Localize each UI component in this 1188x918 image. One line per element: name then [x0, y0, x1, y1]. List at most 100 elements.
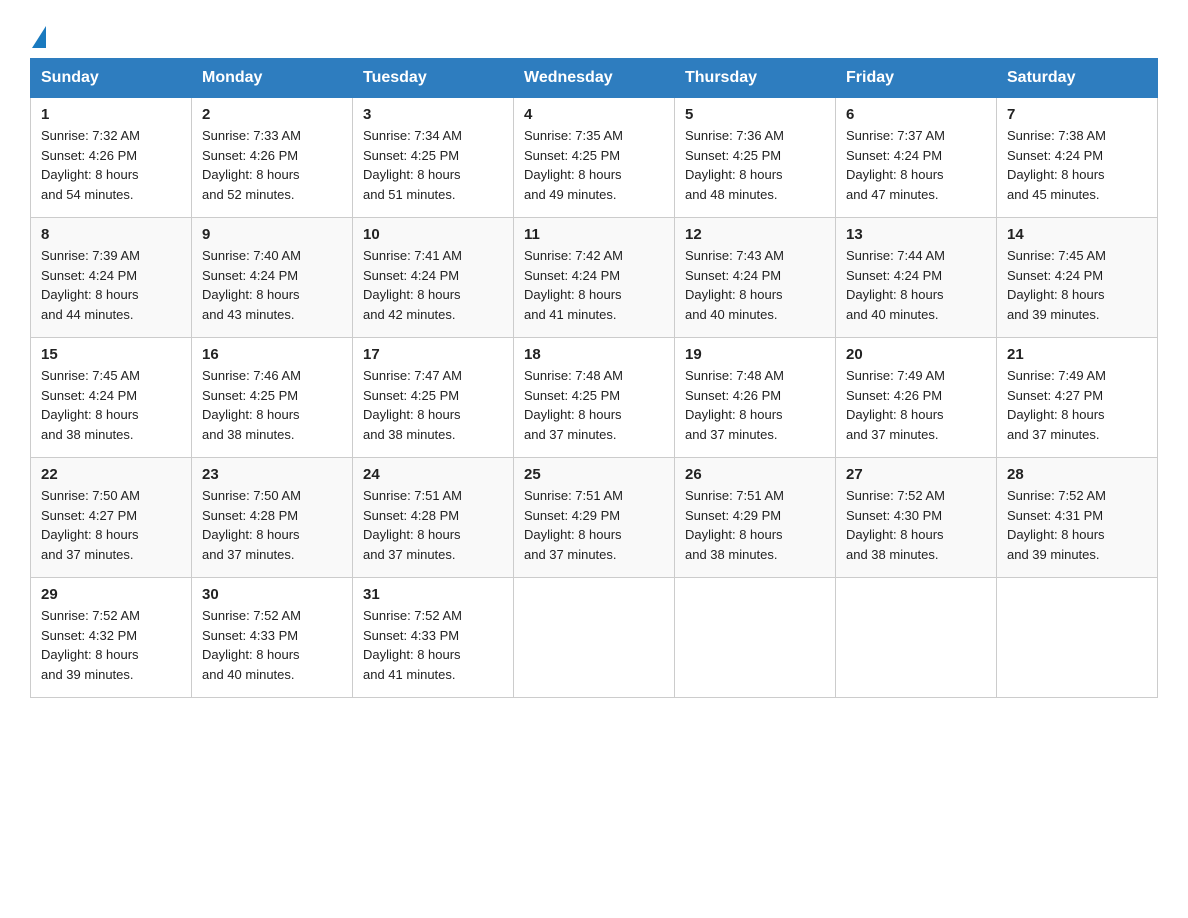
calendar-cell: 26 Sunrise: 7:51 AM Sunset: 4:29 PM Dayl… — [675, 458, 836, 578]
day-number: 5 — [685, 106, 825, 123]
day-info: Sunrise: 7:52 AM Sunset: 4:33 PM Dayligh… — [202, 606, 342, 684]
column-header-thursday: Thursday — [675, 59, 836, 98]
day-info: Sunrise: 7:48 AM Sunset: 4:25 PM Dayligh… — [524, 366, 664, 444]
calendar-cell: 15 Sunrise: 7:45 AM Sunset: 4:24 PM Dayl… — [31, 338, 192, 458]
day-number: 12 — [685, 226, 825, 243]
day-info: Sunrise: 7:39 AM Sunset: 4:24 PM Dayligh… — [41, 246, 181, 324]
calendar-cell: 27 Sunrise: 7:52 AM Sunset: 4:30 PM Dayl… — [836, 458, 997, 578]
calendar-cell — [514, 578, 675, 698]
calendar-cell: 14 Sunrise: 7:45 AM Sunset: 4:24 PM Dayl… — [997, 218, 1158, 338]
day-number: 26 — [685, 466, 825, 483]
calendar-cell — [997, 578, 1158, 698]
calendar-cell — [675, 578, 836, 698]
day-info: Sunrise: 7:42 AM Sunset: 4:24 PM Dayligh… — [524, 246, 664, 324]
day-info: Sunrise: 7:41 AM Sunset: 4:24 PM Dayligh… — [363, 246, 503, 324]
day-info: Sunrise: 7:33 AM Sunset: 4:26 PM Dayligh… — [202, 126, 342, 204]
day-number: 30 — [202, 586, 342, 603]
day-info: Sunrise: 7:51 AM Sunset: 4:29 PM Dayligh… — [685, 486, 825, 564]
day-info: Sunrise: 7:35 AM Sunset: 4:25 PM Dayligh… — [524, 126, 664, 204]
calendar-cell: 7 Sunrise: 7:38 AM Sunset: 4:24 PM Dayli… — [997, 98, 1158, 218]
calendar-cell: 19 Sunrise: 7:48 AM Sunset: 4:26 PM Dayl… — [675, 338, 836, 458]
day-info: Sunrise: 7:52 AM Sunset: 4:31 PM Dayligh… — [1007, 486, 1147, 564]
column-header-saturday: Saturday — [997, 59, 1158, 98]
calendar-cell: 8 Sunrise: 7:39 AM Sunset: 4:24 PM Dayli… — [31, 218, 192, 338]
day-number: 6 — [846, 106, 986, 123]
day-number: 1 — [41, 106, 181, 123]
calendar-week-row: 29 Sunrise: 7:52 AM Sunset: 4:32 PM Dayl… — [31, 578, 1158, 698]
calendar-cell: 12 Sunrise: 7:43 AM Sunset: 4:24 PM Dayl… — [675, 218, 836, 338]
day-info: Sunrise: 7:49 AM Sunset: 4:27 PM Dayligh… — [1007, 366, 1147, 444]
day-info: Sunrise: 7:50 AM Sunset: 4:27 PM Dayligh… — [41, 486, 181, 564]
day-info: Sunrise: 7:34 AM Sunset: 4:25 PM Dayligh… — [363, 126, 503, 204]
day-number: 21 — [1007, 346, 1147, 363]
day-number: 31 — [363, 586, 503, 603]
calendar-cell: 18 Sunrise: 7:48 AM Sunset: 4:25 PM Dayl… — [514, 338, 675, 458]
day-number: 8 — [41, 226, 181, 243]
day-number: 14 — [1007, 226, 1147, 243]
calendar-cell: 22 Sunrise: 7:50 AM Sunset: 4:27 PM Dayl… — [31, 458, 192, 578]
day-info: Sunrise: 7:50 AM Sunset: 4:28 PM Dayligh… — [202, 486, 342, 564]
day-info: Sunrise: 7:36 AM Sunset: 4:25 PM Dayligh… — [685, 126, 825, 204]
day-info: Sunrise: 7:48 AM Sunset: 4:26 PM Dayligh… — [685, 366, 825, 444]
day-info: Sunrise: 7:51 AM Sunset: 4:28 PM Dayligh… — [363, 486, 503, 564]
day-info: Sunrise: 7:47 AM Sunset: 4:25 PM Dayligh… — [363, 366, 503, 444]
calendar-cell: 17 Sunrise: 7:47 AM Sunset: 4:25 PM Dayl… — [353, 338, 514, 458]
day-number: 9 — [202, 226, 342, 243]
calendar-table: SundayMondayTuesdayWednesdayThursdayFrid… — [30, 58, 1158, 698]
calendar-cell: 1 Sunrise: 7:32 AM Sunset: 4:26 PM Dayli… — [31, 98, 192, 218]
day-info: Sunrise: 7:49 AM Sunset: 4:26 PM Dayligh… — [846, 366, 986, 444]
day-info: Sunrise: 7:52 AM Sunset: 4:32 PM Dayligh… — [41, 606, 181, 684]
day-info: Sunrise: 7:46 AM Sunset: 4:25 PM Dayligh… — [202, 366, 342, 444]
day-number: 10 — [363, 226, 503, 243]
day-number: 28 — [1007, 466, 1147, 483]
day-number: 15 — [41, 346, 181, 363]
logo — [30, 24, 48, 40]
day-info: Sunrise: 7:45 AM Sunset: 4:24 PM Dayligh… — [1007, 246, 1147, 324]
day-number: 7 — [1007, 106, 1147, 123]
calendar-cell: 13 Sunrise: 7:44 AM Sunset: 4:24 PM Dayl… — [836, 218, 997, 338]
day-number: 19 — [685, 346, 825, 363]
day-number: 18 — [524, 346, 664, 363]
calendar-cell: 28 Sunrise: 7:52 AM Sunset: 4:31 PM Dayl… — [997, 458, 1158, 578]
day-number: 3 — [363, 106, 503, 123]
day-info: Sunrise: 7:52 AM Sunset: 4:30 PM Dayligh… — [846, 486, 986, 564]
calendar-cell: 6 Sunrise: 7:37 AM Sunset: 4:24 PM Dayli… — [836, 98, 997, 218]
day-info: Sunrise: 7:37 AM Sunset: 4:24 PM Dayligh… — [846, 126, 986, 204]
day-number: 20 — [846, 346, 986, 363]
calendar-cell: 20 Sunrise: 7:49 AM Sunset: 4:26 PM Dayl… — [836, 338, 997, 458]
day-number: 16 — [202, 346, 342, 363]
calendar-header-row: SundayMondayTuesdayWednesdayThursdayFrid… — [31, 59, 1158, 98]
column-header-friday: Friday — [836, 59, 997, 98]
day-number: 11 — [524, 226, 664, 243]
logo-triangle-icon — [32, 26, 46, 48]
day-number: 25 — [524, 466, 664, 483]
calendar-cell: 4 Sunrise: 7:35 AM Sunset: 4:25 PM Dayli… — [514, 98, 675, 218]
calendar-cell: 21 Sunrise: 7:49 AM Sunset: 4:27 PM Dayl… — [997, 338, 1158, 458]
day-info: Sunrise: 7:44 AM Sunset: 4:24 PM Dayligh… — [846, 246, 986, 324]
calendar-cell: 23 Sunrise: 7:50 AM Sunset: 4:28 PM Dayl… — [192, 458, 353, 578]
day-number: 13 — [846, 226, 986, 243]
calendar-cell: 24 Sunrise: 7:51 AM Sunset: 4:28 PM Dayl… — [353, 458, 514, 578]
column-header-tuesday: Tuesday — [353, 59, 514, 98]
day-number: 2 — [202, 106, 342, 123]
column-header-monday: Monday — [192, 59, 353, 98]
calendar-cell: 9 Sunrise: 7:40 AM Sunset: 4:24 PM Dayli… — [192, 218, 353, 338]
day-info: Sunrise: 7:38 AM Sunset: 4:24 PM Dayligh… — [1007, 126, 1147, 204]
day-number: 17 — [363, 346, 503, 363]
calendar-week-row: 22 Sunrise: 7:50 AM Sunset: 4:27 PM Dayl… — [31, 458, 1158, 578]
day-number: 24 — [363, 466, 503, 483]
day-number: 27 — [846, 466, 986, 483]
calendar-cell: 5 Sunrise: 7:36 AM Sunset: 4:25 PM Dayli… — [675, 98, 836, 218]
calendar-cell: 25 Sunrise: 7:51 AM Sunset: 4:29 PM Dayl… — [514, 458, 675, 578]
calendar-cell — [836, 578, 997, 698]
calendar-cell: 2 Sunrise: 7:33 AM Sunset: 4:26 PM Dayli… — [192, 98, 353, 218]
day-info: Sunrise: 7:52 AM Sunset: 4:33 PM Dayligh… — [363, 606, 503, 684]
day-info: Sunrise: 7:45 AM Sunset: 4:24 PM Dayligh… — [41, 366, 181, 444]
day-number: 4 — [524, 106, 664, 123]
calendar-cell: 30 Sunrise: 7:52 AM Sunset: 4:33 PM Dayl… — [192, 578, 353, 698]
calendar-cell: 3 Sunrise: 7:34 AM Sunset: 4:25 PM Dayli… — [353, 98, 514, 218]
day-number: 23 — [202, 466, 342, 483]
day-number: 22 — [41, 466, 181, 483]
calendar-cell: 29 Sunrise: 7:52 AM Sunset: 4:32 PM Dayl… — [31, 578, 192, 698]
calendar-cell: 31 Sunrise: 7:52 AM Sunset: 4:33 PM Dayl… — [353, 578, 514, 698]
